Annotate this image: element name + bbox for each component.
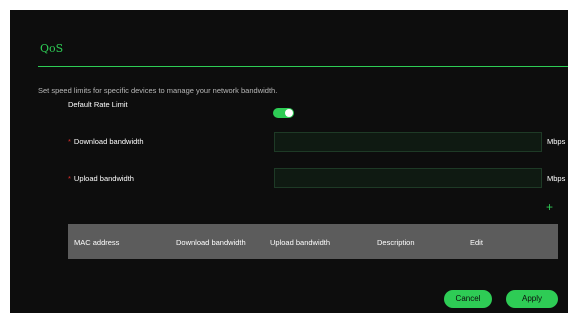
cancel-button[interactable]: Cancel <box>444 290 492 308</box>
download-bandwidth-input[interactable] <box>274 132 542 152</box>
download-bandwidth-label-text: Download bandwidth <box>73 137 144 146</box>
upload-unit: Mbps <box>547 174 566 183</box>
plus-icon[interactable]: + <box>546 201 553 213</box>
upload-bandwidth-label: * Upload bandwidth <box>68 174 134 183</box>
download-unit: Mbps <box>547 137 566 146</box>
column-mac-address: MAC address <box>74 238 120 247</box>
page-title: QoS <box>40 42 64 55</box>
upload-bandwidth-label-text: Upload bandwidth <box>73 174 134 183</box>
default-rate-limit-label: Default Rate Limit <box>68 100 128 109</box>
qos-panel: QoS Set speed limits for specific device… <box>10 10 568 313</box>
devices-table-header: MAC address Download bandwidth Upload ba… <box>68 224 558 259</box>
required-marker: * <box>68 137 71 146</box>
required-marker: * <box>68 174 71 183</box>
column-description: Description <box>377 238 415 247</box>
upload-bandwidth-input[interactable] <box>274 168 542 188</box>
page-description: Set speed limits for specific devices to… <box>38 86 278 95</box>
title-divider <box>38 66 568 67</box>
download-bandwidth-label: * Download bandwidth <box>68 137 144 146</box>
toggle-knob <box>285 109 293 117</box>
column-edit: Edit <box>470 238 483 247</box>
default-rate-limit-toggle[interactable] <box>273 108 294 118</box>
column-upload-bandwidth: Upload bandwidth <box>270 238 331 247</box>
column-download-bandwidth: Download bandwidth <box>176 238 246 247</box>
apply-button[interactable]: Apply <box>506 290 558 308</box>
